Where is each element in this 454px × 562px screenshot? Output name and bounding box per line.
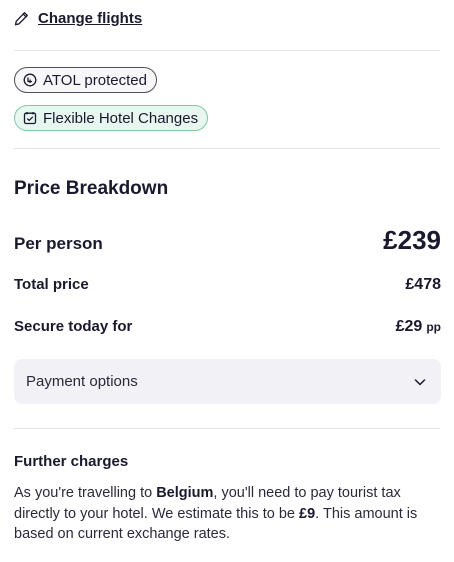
per-person-row: Per person £239	[14, 225, 441, 256]
tourist-tax-amount: £9	[299, 505, 316, 522]
secure-today-amount: £29	[395, 318, 423, 335]
atol-badge: ATOL protected	[14, 67, 157, 93]
price-breakdown-title: Price Breakdown	[14, 178, 169, 199]
flexible-hotel-badge-label: Flexible Hotel Changes	[43, 109, 199, 127]
divider	[14, 148, 440, 149]
further-charges-text-part: As you're travelling to	[14, 485, 157, 501]
change-flights-label[interactable]: Change flights	[38, 10, 142, 27]
further-charges-text: As you're travelling to Belgium, you'll …	[14, 483, 442, 545]
flexible-hotel-badge: Flexible Hotel Changes	[14, 105, 209, 131]
chevron-down-icon	[413, 375, 427, 389]
secure-today-label: Secure today for	[14, 318, 133, 335]
total-price-value: £478	[405, 276, 441, 293]
secure-today-row: Secure today for £29 pp	[14, 318, 441, 336]
further-charges-title: Further charges	[14, 453, 129, 470]
secure-today-value: £29 pp	[396, 318, 441, 336]
divider	[14, 50, 440, 51]
payment-options-dropdown[interactable]: Payment options	[14, 359, 441, 404]
divider	[14, 428, 440, 429]
per-person-price: £239	[383, 225, 441, 255]
total-price-label: Total price	[14, 276, 89, 293]
payment-options-label: Payment options	[26, 373, 138, 390]
destination-name: Belgium	[156, 485, 214, 501]
atol-badge-label: ATOL protected	[43, 71, 147, 89]
change-flights-link[interactable]: Change flights	[14, 10, 142, 27]
total-price-row: Total price £478	[14, 276, 441, 294]
per-person-label: Per person	[14, 234, 103, 253]
atol-icon	[23, 73, 37, 87]
calendar-check-icon	[23, 111, 37, 125]
per-person-unit: pp	[426, 320, 441, 334]
pencil-icon	[14, 11, 29, 26]
